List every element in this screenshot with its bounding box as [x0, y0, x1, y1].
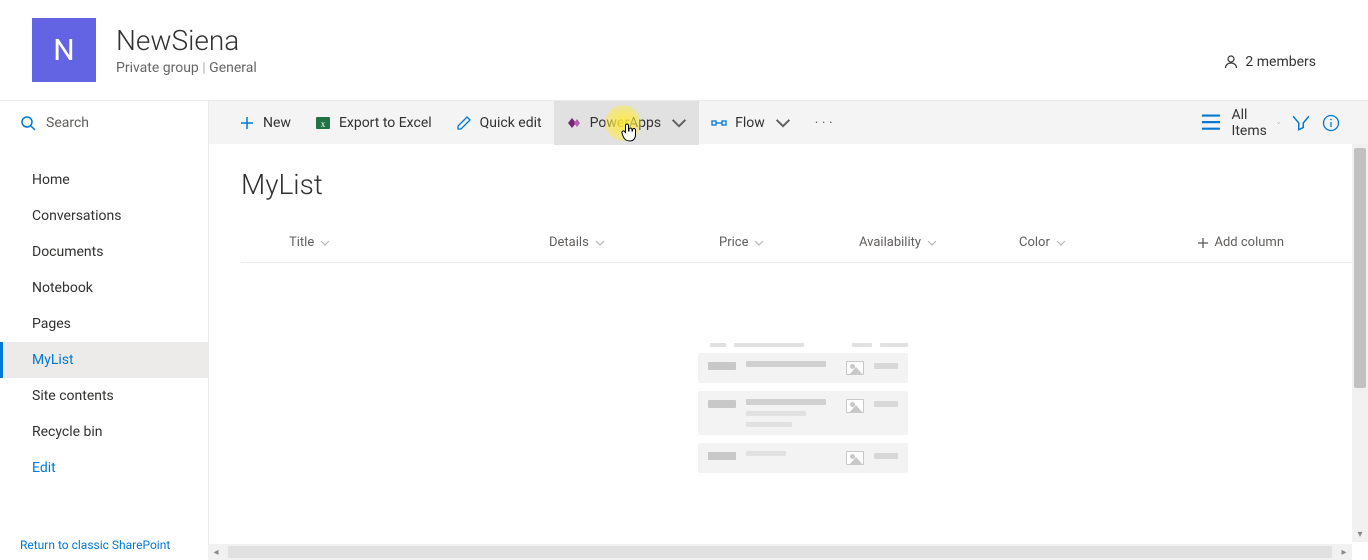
skeleton-graphic: [698, 343, 908, 481]
nav-documents[interactable]: Documents: [0, 234, 208, 270]
add-column-button[interactable]: Add column: [1197, 235, 1285, 250]
column-availability[interactable]: Availability: [859, 235, 1019, 250]
chevron-down-icon: [1277, 118, 1280, 128]
powerapps-button[interactable]: PowerApps: [554, 101, 700, 145]
command-bar: New x Export to Excel Quick edit PowerAp…: [208, 101, 1368, 144]
column-title[interactable]: Title: [289, 235, 549, 250]
empty-list-placeholder: [241, 263, 1364, 560]
chevron-down-icon: [671, 115, 687, 131]
person-icon: [1223, 54, 1239, 70]
chevron-down-icon: [320, 238, 330, 248]
plus-icon: [239, 115, 255, 131]
scrollbar-thumb[interactable]: [228, 546, 1332, 558]
column-details[interactable]: Details: [549, 235, 719, 250]
scroll-down-arrow[interactable]: ▾: [1352, 526, 1368, 542]
group-privacy: Private group: [116, 60, 199, 76]
site-title[interactable]: NewSiena: [116, 24, 1223, 58]
nav-notebook[interactable]: Notebook: [0, 270, 208, 306]
group-classification: General: [209, 60, 257, 76]
search-box[interactable]: Search: [0, 101, 208, 144]
nav-recycle-bin[interactable]: Recycle bin: [0, 414, 208, 450]
svg-text:x: x: [321, 119, 326, 129]
chevron-down-icon: [1056, 238, 1066, 248]
search-placeholder: Search: [46, 115, 89, 131]
column-availability-label: Availability: [859, 235, 921, 250]
column-color[interactable]: Color: [1019, 235, 1159, 250]
chevron-down-icon: [775, 115, 791, 131]
filter-icon: [1292, 114, 1310, 132]
column-title-label: Title: [289, 235, 314, 250]
scroll-right-arrow[interactable]: ▸: [1336, 544, 1352, 560]
view-switcher[interactable]: All Items: [1197, 107, 1280, 139]
site-title-block: NewSiena Private group | General: [116, 24, 1223, 76]
command-bar-right: All Items: [1197, 107, 1360, 139]
nav-mylist[interactable]: MyList: [0, 342, 208, 378]
export-excel-button[interactable]: x Export to Excel: [303, 101, 444, 145]
list-view-icon: [1197, 109, 1223, 135]
sub-row: Search New x Export to Excel Quick edit …: [0, 100, 1368, 144]
add-column-label: Add column: [1215, 235, 1285, 250]
horizontal-scrollbar[interactable]: ◂ ▸: [208, 544, 1352, 560]
nav-edit[interactable]: Edit: [0, 450, 208, 486]
flow-icon: [711, 115, 727, 131]
chevron-down-icon: [754, 238, 764, 248]
list-title: MyList: [241, 168, 1364, 201]
info-icon: [1322, 114, 1340, 132]
nav-home[interactable]: Home: [0, 162, 208, 198]
info-button[interactable]: [1322, 114, 1340, 132]
column-price[interactable]: Price: [719, 235, 859, 250]
column-color-label: Color: [1019, 235, 1050, 250]
flow-button[interactable]: Flow: [699, 101, 803, 145]
quick-edit-button[interactable]: Quick edit: [444, 101, 554, 145]
quickedit-label: Quick edit: [480, 115, 542, 131]
new-button[interactable]: New: [227, 101, 303, 145]
scrollbar-thumb[interactable]: [1354, 148, 1366, 388]
site-header: N NewSiena Private group | General 2 mem…: [0, 0, 1368, 100]
site-logo: N: [32, 18, 96, 82]
excel-icon: x: [315, 115, 331, 131]
members-button[interactable]: 2 members: [1223, 54, 1316, 70]
scroll-left-arrow[interactable]: ◂: [208, 544, 224, 560]
column-price-label: Price: [719, 235, 748, 250]
filter-button[interactable]: [1292, 114, 1310, 132]
search-icon: [20, 115, 36, 131]
site-subtitle: Private group | General: [116, 60, 1223, 76]
main: Home Conversations Documents Notebook Pa…: [0, 144, 1368, 560]
view-label: All Items: [1232, 107, 1267, 139]
nav-site-contents[interactable]: Site contents: [0, 378, 208, 414]
members-label: 2 members: [1245, 54, 1316, 70]
powerapps-icon: [566, 115, 582, 131]
more-actions-button[interactable]: · · ·: [803, 115, 845, 131]
column-headers: Title Details Price Availability Color: [241, 223, 1364, 263]
chevron-down-icon: [595, 238, 605, 248]
new-label: New: [263, 115, 291, 131]
chevron-down-icon: [927, 238, 937, 248]
pencil-icon: [456, 115, 472, 131]
return-classic-link[interactable]: Return to classic SharePoint: [0, 538, 208, 560]
vertical-scrollbar[interactable]: ▾: [1352, 144, 1368, 542]
left-nav: Home Conversations Documents Notebook Pa…: [0, 144, 208, 560]
flow-label: Flow: [735, 115, 765, 131]
plus-icon: [1197, 237, 1209, 249]
column-details-label: Details: [549, 235, 589, 250]
nav-pages[interactable]: Pages: [0, 306, 208, 342]
nav-conversations[interactable]: Conversations: [0, 198, 208, 234]
powerapps-label: PowerApps: [590, 115, 662, 131]
content-area: MyList Title Details Price Availability …: [208, 144, 1368, 560]
export-label: Export to Excel: [339, 115, 432, 131]
